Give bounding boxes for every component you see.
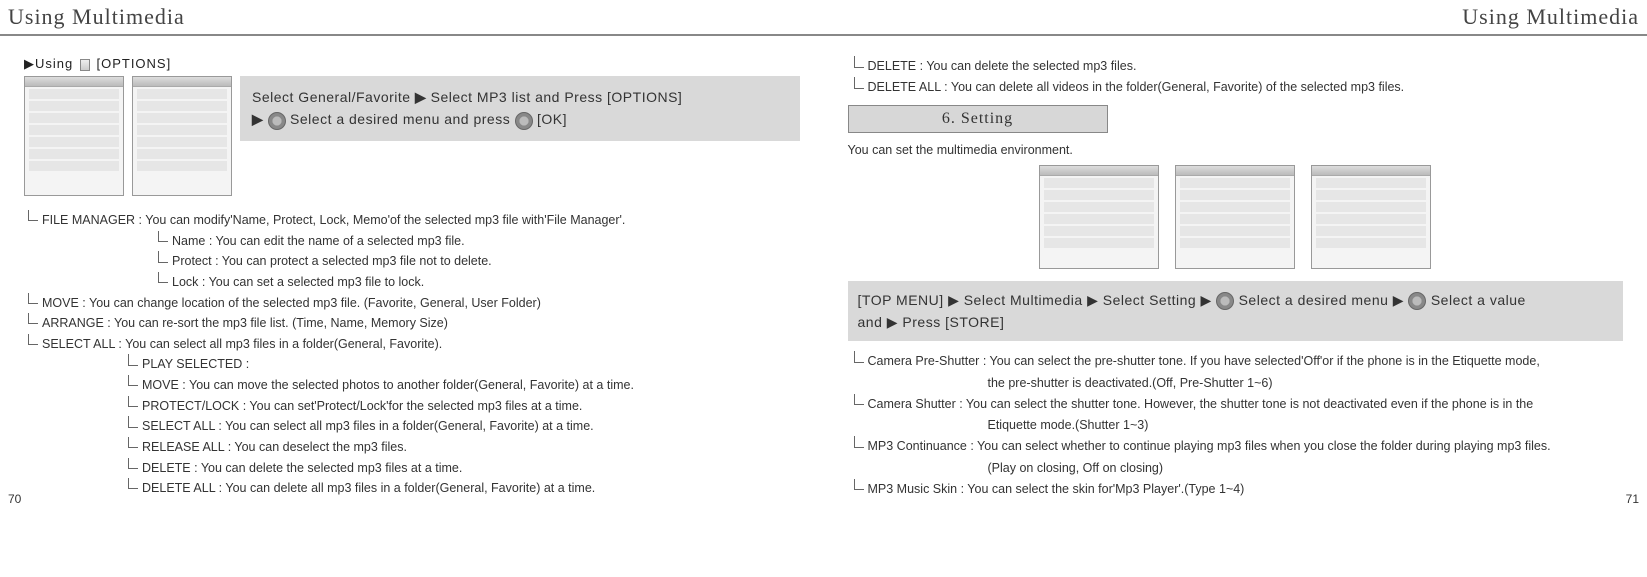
tree-fm-protect: Protect : You can protect a selected mp3… <box>154 251 800 272</box>
instr-text: Select a desired menu and press <box>290 111 510 127</box>
using-prefix: ▶Using <box>24 56 73 71</box>
nav-center-icon <box>515 112 533 130</box>
tree-file-manager: FILE MANAGER : You can modify'Name, Prot… <box>24 210 800 231</box>
setting-instruction-bar: [TOP MENU] ▶ Select Multimedia ▶ Select … <box>848 281 1624 342</box>
right-top-tree: DELETE : You can delete the selected mp3… <box>848 56 1624 99</box>
bar-select-value: Select a value <box>1431 292 1526 308</box>
bar-store: [STORE] <box>945 314 1004 330</box>
tree-sa-selectall: SELECT ALL : You can select all mp3 file… <box>124 416 800 437</box>
tree-sa-move: MOVE : You can move the selected photos … <box>124 375 800 396</box>
tree-fm-name: Name : You can edit the name of a select… <box>154 231 800 252</box>
left-page: ▶Using [OPTIONS] Select General/Favorite… <box>0 36 824 508</box>
setting-mp3-skin: MP3 Music Skin : You can select the skin… <box>848 479 1624 500</box>
using-options-label: ▶Using [OPTIONS] <box>24 56 800 72</box>
bar-topmenu: [TOP MENU] <box>858 292 944 308</box>
instr-text: Select MP3 list and Press <box>431 89 603 105</box>
tree-sa-delete: DELETE : You can delete the selected mp3… <box>124 458 800 479</box>
tree-select-all: SELECT ALL : You can select all mp3 file… <box>24 334 800 355</box>
instruction-line-1: Select General/Favorite ▶ Select MP3 lis… <box>252 86 788 108</box>
bar-press: Press <box>902 314 940 330</box>
page-header: Using Multimedia Using Multimedia <box>0 0 1647 36</box>
setting-heading: 6. Setting <box>848 105 1108 133</box>
setting-description: You can set the multimedia environment. <box>848 143 1624 157</box>
arrow-icon: ▶ <box>415 89 431 105</box>
page-number-right: 71 <box>1626 492 1639 506</box>
arrow-icon: ▶ <box>887 314 903 330</box>
phone-screen-thumb <box>1311 165 1431 269</box>
arrow-icon: ▶ <box>1087 292 1103 308</box>
instr-text: [OPTIONS] <box>607 89 682 105</box>
tree-fm-lock: Lock : You can set a selected mp3 file t… <box>154 272 800 293</box>
tree-sa-deleteall: DELETE ALL : You can delete all mp3 file… <box>124 478 800 499</box>
tree-sa-play: PLAY SELECTED : <box>124 354 800 375</box>
setting-screens <box>848 165 1624 269</box>
tree-move: MOVE : You can change location of the se… <box>24 293 800 314</box>
nav-wheel-icon <box>1408 292 1426 310</box>
setting-mp3-continuance: MP3 Continuance : You can select whether… <box>848 436 1624 457</box>
nav-wheel-icon <box>1216 292 1234 310</box>
setting-camera-pre-shutter-cont: the pre-shutter is deactivated.(Off, Pre… <box>848 373 1624 394</box>
setting-mp3-continuance-cont: (Play on closing, Off on closing) <box>848 458 1624 479</box>
tree-delete-all: DELETE ALL : You can delete all videos i… <box>848 77 1624 98</box>
right-page: DELETE : You can delete the selected mp3… <box>824 36 1647 508</box>
setting-camera-pre-shutter: Camera Pre-Shutter : You can select the … <box>848 351 1624 372</box>
instruction-box: Select General/Favorite ▶ Select MP3 lis… <box>240 76 800 141</box>
tree-delete: DELETE : You can delete the selected mp3… <box>848 56 1624 77</box>
arrow-icon: ▶ <box>1393 292 1409 308</box>
tree-sa-protect: PROTECT/LOCK : You can set'Protect/Lock'… <box>124 396 800 417</box>
bar-select-multimedia: Select Multimedia <box>964 292 1083 308</box>
phone-screen-thumb <box>1039 165 1159 269</box>
phone-screen-thumb <box>1175 165 1295 269</box>
phone-screen-thumb <box>24 76 124 196</box>
arrow-icon: ▶ <box>252 111 268 127</box>
bar-select-menu: Select a desired menu <box>1239 292 1389 308</box>
tree-sa-release: RELEASE ALL : You can deselect the mp3 f… <box>124 437 800 458</box>
bar-select-setting: Select Setting <box>1103 292 1196 308</box>
arrow-icon: ▶ <box>1201 292 1217 308</box>
instruction-line-2: ▶ Select a desired menu and press [OK] <box>252 108 788 130</box>
tree-arrange: ARRANGE : You can re-sort the mp3 file l… <box>24 313 800 334</box>
arrow-icon: ▶ <box>948 292 964 308</box>
page-number-left: 70 <box>8 492 21 506</box>
screens-and-instruction: Select General/Favorite ▶ Select MP3 lis… <box>24 76 800 196</box>
softkey-icon <box>80 59 90 71</box>
bar-and: and <box>858 314 883 330</box>
header-left-title: Using Multimedia <box>0 0 824 34</box>
header-right-title: Using Multimedia <box>824 0 1647 34</box>
options-tree: FILE MANAGER : You can modify'Name, Prot… <box>24 210 800 499</box>
setting-camera-shutter: Camera Shutter : You can select the shut… <box>848 394 1624 415</box>
nav-wheel-icon <box>268 112 286 130</box>
phone-screen-thumb <box>132 76 232 196</box>
setting-camera-shutter-cont: Etiquette mode.(Shutter 1~3) <box>848 415 1624 436</box>
using-suffix: [OPTIONS] <box>96 56 171 71</box>
instr-text: [OK] <box>537 111 567 127</box>
setting-tree: Camera Pre-Shutter : You can select the … <box>848 351 1624 500</box>
instr-text: Select General/Favorite <box>252 89 411 105</box>
